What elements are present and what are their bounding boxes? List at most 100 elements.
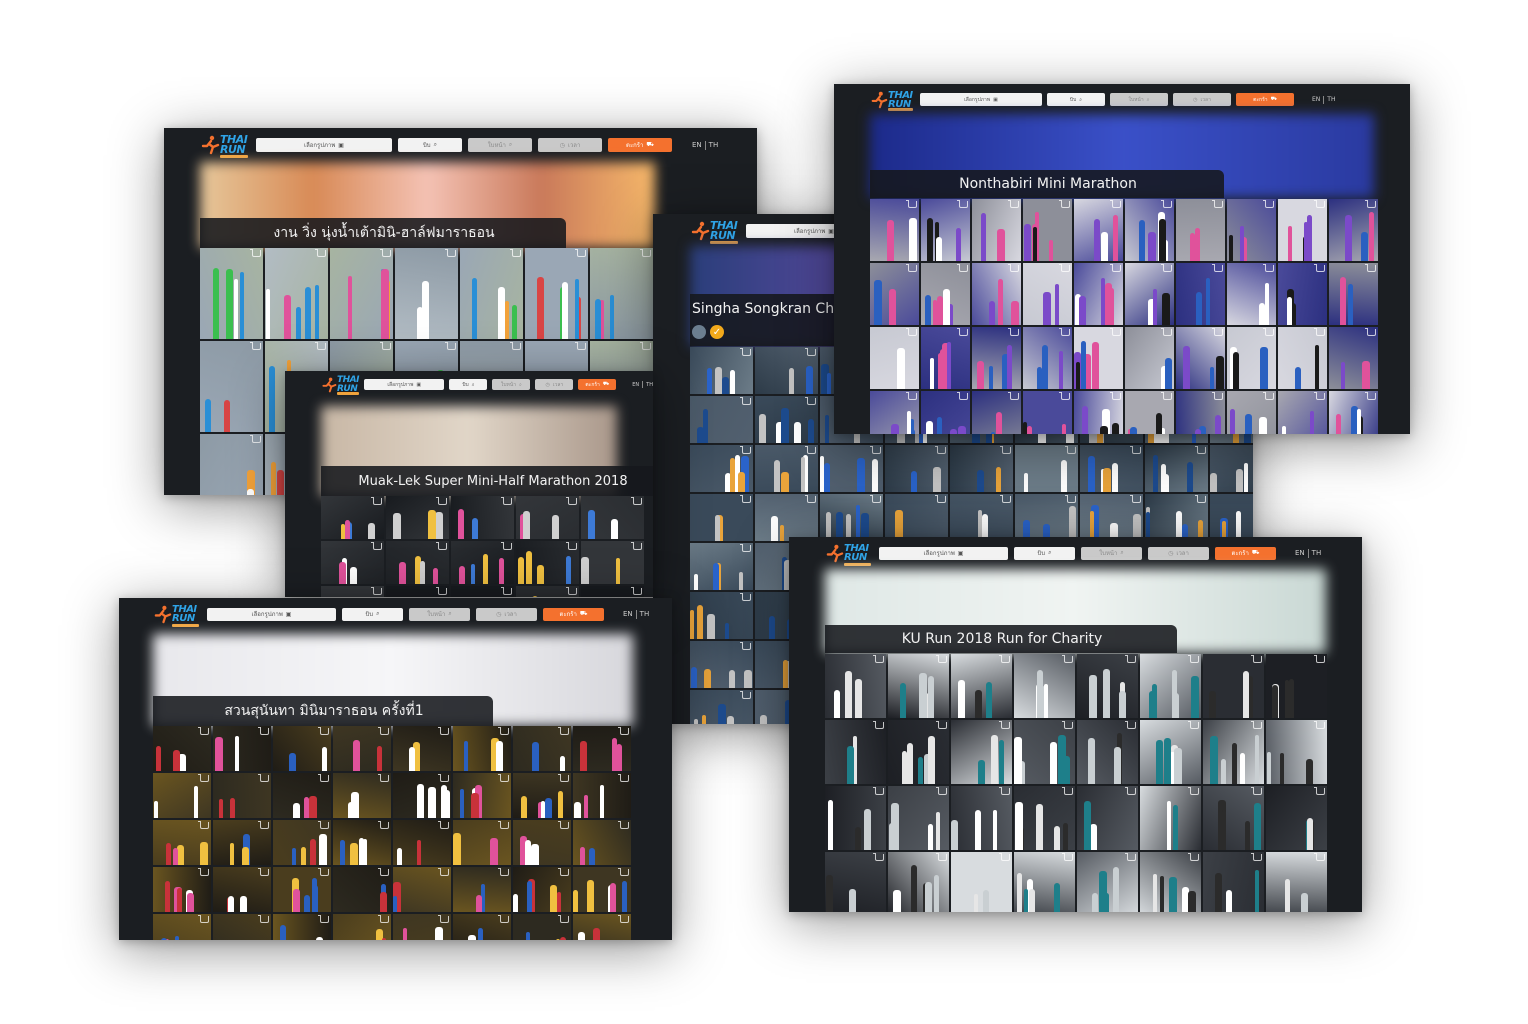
add-to-cart-icon[interactable]	[438, 915, 449, 923]
add-to-cart-icon[interactable]	[740, 593, 751, 601]
add-to-cart-icon[interactable]	[498, 915, 509, 923]
search-by-photo-button[interactable]: เลือกรูปภาพ ▣	[364, 379, 445, 390]
race-photo-thumbnail[interactable]	[393, 773, 451, 818]
add-to-cart-icon[interactable]	[870, 446, 881, 454]
race-photo-thumbnail[interactable]	[820, 445, 883, 492]
add-to-cart-icon[interactable]	[371, 497, 382, 505]
race-photo-thumbnail[interactable]	[273, 820, 331, 865]
add-to-cart-icon[interactable]	[640, 342, 651, 350]
add-to-cart-icon[interactable]	[870, 495, 881, 503]
race-photo-thumbnail[interactable]	[755, 347, 818, 394]
race-photo-thumbnail[interactable]	[1080, 445, 1143, 492]
race-photo-thumbnail[interactable]	[1278, 263, 1327, 325]
add-to-cart-icon[interactable]	[631, 542, 642, 550]
thairun-logo[interactable]: THAI RUN	[200, 132, 250, 158]
add-to-cart-icon[interactable]	[805, 495, 816, 503]
race-photo-thumbnail[interactable]	[870, 263, 919, 325]
add-to-cart-icon[interactable]	[445, 342, 456, 350]
race-photo-thumbnail[interactable]	[820, 494, 883, 541]
add-to-cart-icon[interactable]	[618, 868, 629, 876]
lang-en-link[interactable]: EN	[1295, 549, 1305, 557]
add-to-cart-icon[interactable]	[1110, 200, 1121, 208]
race-photo-thumbnail[interactable]	[513, 726, 571, 771]
race-photo-thumbnail[interactable]	[1266, 786, 1327, 850]
add-to-cart-icon[interactable]	[935, 495, 946, 503]
race-photo-thumbnail[interactable]	[451, 586, 514, 597]
race-photo-thumbnail[interactable]	[825, 654, 886, 718]
race-photo-thumbnail[interactable]	[690, 347, 753, 394]
add-to-cart-icon[interactable]	[318, 727, 329, 735]
race-photo-thumbnail[interactable]	[1203, 786, 1264, 850]
lang-th-link[interactable]: TH	[646, 382, 653, 388]
race-photo-thumbnail[interactable]	[453, 914, 511, 940]
race-photo-thumbnail[interactable]	[1014, 654, 1075, 718]
race-photo-thumbnail[interactable]	[1210, 494, 1253, 541]
add-to-cart-icon[interactable]	[371, 587, 382, 595]
add-to-cart-icon[interactable]	[436, 497, 447, 505]
add-to-cart-icon[interactable]	[1212, 200, 1223, 208]
cart-button[interactable]: ตะกร้า⛟	[1215, 546, 1276, 560]
add-to-cart-icon[interactable]	[936, 721, 947, 729]
add-to-cart-icon[interactable]	[631, 587, 642, 595]
race-photo-thumbnail[interactable]	[1145, 445, 1208, 492]
race-photo-thumbnail[interactable]	[333, 726, 391, 771]
add-to-cart-icon[interactable]	[258, 915, 269, 923]
add-to-cart-icon[interactable]	[315, 342, 326, 350]
race-photo-thumbnail[interactable]	[265, 248, 328, 339]
lang-th-link[interactable]: TH	[640, 610, 650, 618]
lang-th-link[interactable]: TH	[709, 141, 719, 149]
race-photo-thumbnail[interactable]	[972, 263, 1021, 325]
add-to-cart-icon[interactable]	[1125, 721, 1136, 729]
add-to-cart-icon[interactable]	[510, 342, 521, 350]
add-to-cart-icon[interactable]	[498, 821, 509, 829]
race-photo-thumbnail[interactable]	[950, 494, 1013, 541]
race-photo-thumbnail[interactable]	[1176, 391, 1225, 434]
race-photo-thumbnail[interactable]	[273, 914, 331, 940]
race-photo-thumbnail[interactable]	[321, 586, 384, 597]
race-photo-thumbnail[interactable]	[1329, 199, 1378, 261]
race-photo-thumbnail[interactable]	[825, 786, 886, 850]
add-to-cart-icon[interactable]	[198, 915, 209, 923]
search-by-photo-button[interactable]: เลือกรูปภาพ ▣	[256, 138, 392, 152]
add-to-cart-icon[interactable]	[438, 821, 449, 829]
add-to-cart-icon[interactable]	[1008, 200, 1019, 208]
add-to-cart-icon[interactable]	[906, 392, 917, 400]
add-to-cart-icon[interactable]	[1130, 446, 1141, 454]
add-to-cart-icon[interactable]	[631, 497, 642, 505]
race-photo-thumbnail[interactable]	[581, 586, 644, 597]
add-to-cart-icon[interactable]	[740, 495, 751, 503]
race-photo-thumbnail[interactable]	[1125, 327, 1174, 389]
add-to-cart-icon[interactable]	[575, 249, 586, 257]
race-photo-thumbnail[interactable]	[573, 914, 631, 940]
race-photo-thumbnail[interactable]	[1077, 786, 1138, 850]
search-by-photo-button[interactable]: เลือกรูปภาพ ▣	[920, 93, 1042, 106]
race-photo-thumbnail[interactable]	[1077, 852, 1138, 912]
race-photo-thumbnail[interactable]	[573, 820, 631, 865]
race-photo-thumbnail[interactable]	[1140, 852, 1201, 912]
race-photo-thumbnail[interactable]	[1329, 391, 1378, 434]
add-to-cart-icon[interactable]	[1212, 264, 1223, 272]
add-to-cart-icon[interactable]	[740, 544, 751, 552]
race-photo-thumbnail[interactable]	[393, 726, 451, 771]
race-photo-thumbnail[interactable]	[1278, 327, 1327, 389]
race-photo-thumbnail[interactable]	[581, 496, 644, 539]
race-photo-thumbnail[interactable]	[513, 867, 571, 912]
race-photo-thumbnail[interactable]	[590, 248, 653, 339]
race-photo-thumbnail[interactable]	[516, 496, 579, 539]
add-to-cart-icon[interactable]	[873, 721, 884, 729]
add-to-cart-icon[interactable]	[1008, 264, 1019, 272]
add-to-cart-icon[interactable]	[873, 787, 884, 795]
race-photo-thumbnail[interactable]	[333, 820, 391, 865]
add-to-cart-icon[interactable]	[1314, 721, 1325, 729]
add-to-cart-icon[interactable]	[999, 721, 1010, 729]
race-photo-thumbnail[interactable]	[273, 867, 331, 912]
thairun-logo[interactable]: THAI RUN	[321, 375, 360, 395]
race-photo-thumbnail[interactable]	[1176, 199, 1225, 261]
search-by-time-input[interactable]: ◷เวลา	[538, 138, 602, 152]
add-to-cart-icon[interactable]	[873, 853, 884, 861]
race-photo-thumbnail[interactable]	[213, 867, 271, 912]
race-photo-thumbnail[interactable]	[1266, 720, 1327, 784]
race-photo-thumbnail[interactable]	[885, 494, 948, 541]
add-to-cart-icon[interactable]	[1263, 264, 1274, 272]
add-to-cart-icon[interactable]	[1000, 446, 1011, 454]
